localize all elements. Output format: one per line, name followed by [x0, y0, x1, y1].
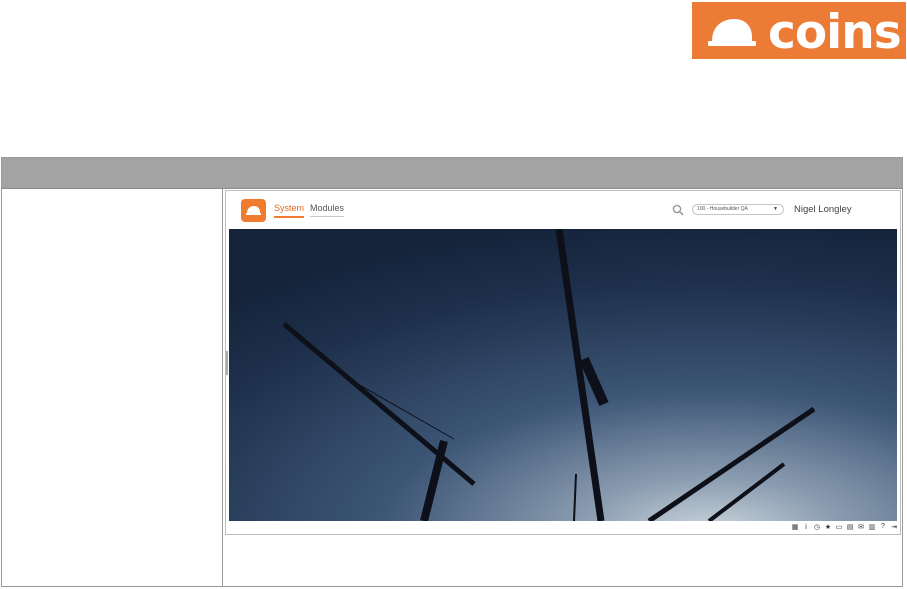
table-header	[2, 158, 902, 189]
coins-logo: coins	[692, 2, 906, 60]
logout-icon[interactable]: ⇥	[890, 523, 898, 531]
history-icon[interactable]: ◷	[813, 523, 821, 531]
app-footer: ▦ ⅰ ◷ ★ ▭ ▤ ✉ ▥ ? ⇥	[226, 521, 900, 534]
app-topbar: System Modules 100 - Housebuilder QA ▼ N…	[226, 191, 900, 229]
table-left-cell	[2, 189, 223, 586]
hardhat-icon	[708, 19, 756, 46]
search-icon[interactable]	[672, 204, 684, 216]
mail-icon[interactable]: ✉	[857, 523, 865, 531]
tab-system[interactable]: System	[274, 203, 305, 218]
tab-modules[interactable]: Modules	[310, 203, 345, 217]
print-icon[interactable]: ▤	[846, 523, 854, 531]
star-icon[interactable]: ★	[824, 523, 832, 531]
company-select-value: 100 - Housebuilder QA	[697, 206, 748, 212]
info-icon[interactable]: ⅰ	[802, 523, 810, 531]
hero-image	[229, 229, 897, 521]
grid-icon[interactable]: ▦	[791, 523, 799, 531]
user-name[interactable]: Nigel Longley	[794, 204, 852, 215]
app-screenshot: System Modules 100 - Housebuilder QA ▼ N…	[225, 190, 901, 535]
company-select[interactable]: 100 - Housebuilder QA ▼	[692, 204, 784, 215]
help-icon[interactable]: ?	[879, 523, 887, 531]
footer-toolbar: ▦ ⅰ ◷ ★ ▭ ▤ ✉ ▥ ? ⇥	[791, 523, 898, 531]
bookmark-icon[interactable]: ▭	[835, 523, 843, 531]
chevron-down-icon: ▼	[773, 206, 778, 212]
hardhat-icon	[246, 206, 261, 215]
library-icon[interactable]: ▥	[868, 523, 876, 531]
app-logo[interactable]	[241, 199, 266, 222]
resize-handle[interactable]	[226, 351, 228, 375]
brand-wordmark: coins	[768, 5, 902, 60]
